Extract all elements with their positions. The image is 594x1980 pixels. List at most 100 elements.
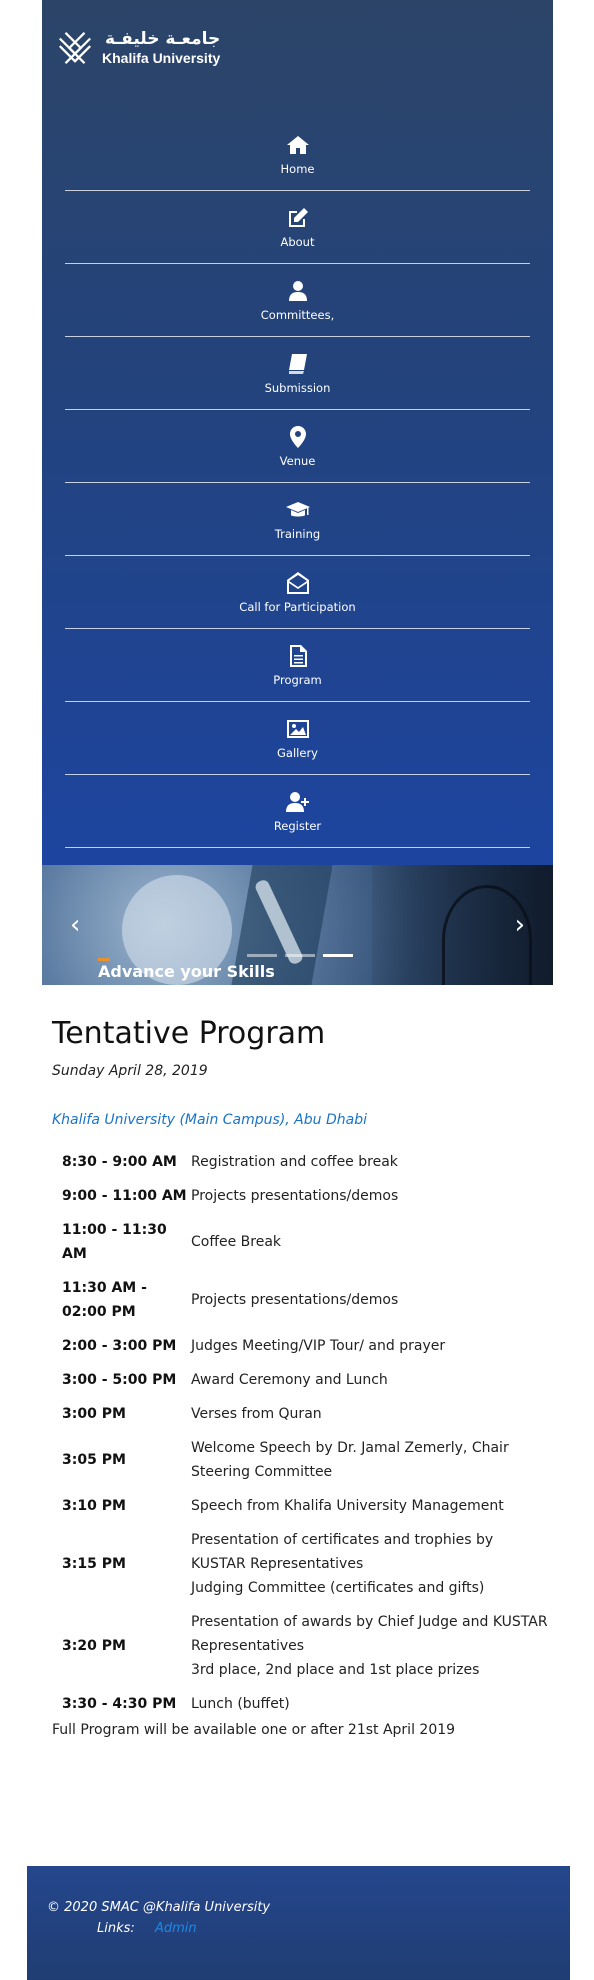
carousel-indicator-active[interactable]: [323, 954, 353, 957]
program-description-line: Projects presentations/demos: [191, 1188, 399, 1204]
nav-item-committees[interactable]: Committees,: [65, 264, 530, 337]
nav-item-call-for-participation[interactable]: Call for Participation: [65, 556, 530, 629]
copyright-text: © 2020 SMAC @Khalifa University: [47, 1900, 271, 1915]
nav-label: Register: [273, 818, 322, 833]
program-description: Presentation of awards by Chief Judge an…: [191, 1605, 552, 1687]
home-icon: [286, 135, 309, 154]
program-description: Presentation of certificates and trophie…: [191, 1523, 552, 1605]
caption-accent-bar: [98, 958, 110, 961]
graduation-cap-icon: [285, 501, 310, 516]
carousel-indicator[interactable]: [285, 954, 315, 957]
program-row: 8:30 - 9:00 AM Registration and coffee br…: [52, 1145, 552, 1179]
program-time: 3:00 - 5:00 PM: [62, 1372, 177, 1388]
nav-label: Submission: [264, 380, 331, 395]
nav-item-home[interactable]: Home: [65, 118, 530, 191]
hero-caption: Advance your Skills: [98, 962, 275, 981]
program-description-line: Welcome Speech by Dr. Jamal Zemerly, Cha…: [191, 1440, 509, 1480]
program-time: 11:00 - 11:30 AM: [62, 1222, 167, 1262]
book-icon: [288, 353, 307, 374]
nav-item-gallery[interactable]: Gallery: [65, 702, 530, 775]
program-description: Coffee Break: [191, 1213, 552, 1271]
carousel-indicators: [247, 954, 353, 957]
program-description: Projects presentations/demos: [191, 1271, 552, 1329]
event-date: Sunday April 28, 2019: [52, 1063, 208, 1079]
program-time: 3:15 PM: [62, 1556, 126, 1572]
program-description: Welcome Speech by Dr. Jamal Zemerly, Cha…: [191, 1431, 552, 1489]
user-icon: [288, 280, 307, 301]
carousel-next-button[interactable]: ›: [515, 910, 525, 940]
program-description-line: Coffee Break: [191, 1234, 282, 1250]
program-description: Lunch (buffet): [191, 1687, 552, 1721]
university-logo[interactable]: جامعـة خليفـة Khalifa University: [56, 28, 220, 68]
program-time: 3:10 PM: [62, 1498, 126, 1514]
program-description: Projects presentations/demos: [191, 1179, 552, 1213]
program-description: Award Ceremony and Lunch: [191, 1363, 552, 1397]
nav-item-register[interactable]: Register: [65, 775, 530, 848]
nav-label: Program: [273, 672, 322, 687]
program-description-line: Presentation of certificates and trophie…: [191, 1532, 494, 1572]
program-description-line: Lunch (buffet): [191, 1696, 290, 1712]
links-label: Links:: [97, 1921, 135, 1936]
logo-text-english: Khalifa University: [102, 50, 221, 66]
nav-item-venue[interactable]: Venue: [65, 410, 530, 483]
main-nav: Home About Committees, Submission Venue …: [65, 118, 530, 848]
program-description-line: Judging Committee (certificates and gift…: [191, 1580, 485, 1596]
program-description-line: Judges Meeting/VIP Tour/ and prayer: [191, 1338, 446, 1354]
nav-item-training[interactable]: Training: [65, 483, 530, 556]
program-description-line: Speech from Khalifa University Managemen…: [191, 1498, 504, 1514]
nav-label: Call for Participation: [239, 599, 356, 614]
event-location: Khalifa University (Main Campus), Abu Dh…: [52, 1112, 552, 1128]
page-title: Tentative Program: [52, 1016, 326, 1051]
program-note: Full Program will be available one or af…: [52, 1722, 456, 1738]
khalifa-logo-icon: [58, 31, 92, 65]
program-description-line: Registration and coffee break: [191, 1154, 398, 1170]
program-time: 2:00 - 3:00 PM: [62, 1338, 177, 1354]
program-row: 3:15 PM Presentation of certificates and …: [52, 1523, 552, 1605]
program-row: 11:00 - 11:30 AM Coffee Break: [52, 1213, 552, 1271]
program-description-line: Presentation of awards by Chief Judge an…: [191, 1614, 548, 1654]
program-description-line: Award Ceremony and Lunch: [191, 1372, 388, 1388]
program-time: 8:30 - 9:00 AM: [62, 1154, 177, 1170]
site-header: جامعـة خليفـة Khalifa University Home Ab…: [42, 0, 553, 865]
logo-text-arabic: جامعـة خليفـة: [104, 29, 221, 49]
hero-carousel: ‹ › Advance your Skills: [42, 865, 553, 985]
program-row: 3:30 - 4:30 PM Lunch (buffet): [52, 1687, 552, 1721]
user-plus-icon: [285, 791, 309, 812]
program-description-line: 3rd place, 2nd place and 1st place prize…: [191, 1662, 480, 1678]
program-time: 3:20 PM: [62, 1638, 126, 1654]
program-time: 3:00 PM: [62, 1406, 126, 1422]
program-row: 2:00 - 3:00 PM Judges Meeting/VIP Tour/ a…: [52, 1329, 552, 1363]
map-marker-icon: [289, 425, 306, 448]
site-footer: © 2020 SMAC @Khalifa University Links: A…: [27, 1866, 570, 1980]
program-time: 3:30 - 4:30 PM: [62, 1696, 177, 1712]
nav-label: Committees,: [260, 307, 335, 322]
location-link[interactable]: Khalifa University (Main Campus), Abu Dh…: [52, 1112, 367, 1128]
program-description: Speech from Khalifa University Managemen…: [191, 1489, 552, 1523]
image-icon: [286, 719, 309, 738]
program-description: Verses from Quran: [191, 1397, 552, 1431]
nav-label: Venue: [279, 453, 316, 468]
nav-label: About: [280, 234, 315, 249]
nav-item-about[interactable]: About: [65, 191, 530, 264]
program-row: 3:05 PM Welcome Speech by Dr. Jamal Zemer…: [52, 1431, 552, 1489]
main-content: Tentative Program Sunday April 28, 2019 …: [52, 1016, 552, 1738]
envelope-open-icon: [286, 571, 309, 594]
nav-item-program[interactable]: Program: [65, 629, 530, 702]
program-row: 9:00 - 11:00 AM Projects presentations/de…: [52, 1179, 552, 1213]
program-row: 3:00 - 5:00 PM Award Ceremony and Lunch: [52, 1363, 552, 1397]
nav-label: Gallery: [277, 745, 318, 760]
program-row: 3:10 PM Speech from Khalifa University Ma…: [52, 1489, 552, 1523]
nav-item-submission[interactable]: Submission: [65, 337, 530, 410]
document-icon: [289, 644, 307, 667]
program-row: 11:30 AM - 02:00 PM Projects presentation…: [52, 1271, 552, 1329]
program-description-line: Verses from Quran: [191, 1406, 322, 1422]
admin-link[interactable]: Admin: [155, 1921, 197, 1936]
carousel-prev-button[interactable]: ‹: [70, 910, 80, 940]
program-time: 11:30 AM - 02:00 PM: [62, 1280, 147, 1320]
program-description-line: Projects presentations/demos: [191, 1292, 399, 1308]
program-row: 3:20 PM Presentation of awards by Chief J…: [52, 1605, 552, 1687]
program-table: 8:30 - 9:00 AM Registration and coffee br…: [52, 1145, 552, 1721]
nav-label: Home: [280, 161, 315, 176]
carousel-indicator[interactable]: [247, 954, 277, 957]
program-time: 9:00 - 11:00 AM: [62, 1188, 187, 1204]
